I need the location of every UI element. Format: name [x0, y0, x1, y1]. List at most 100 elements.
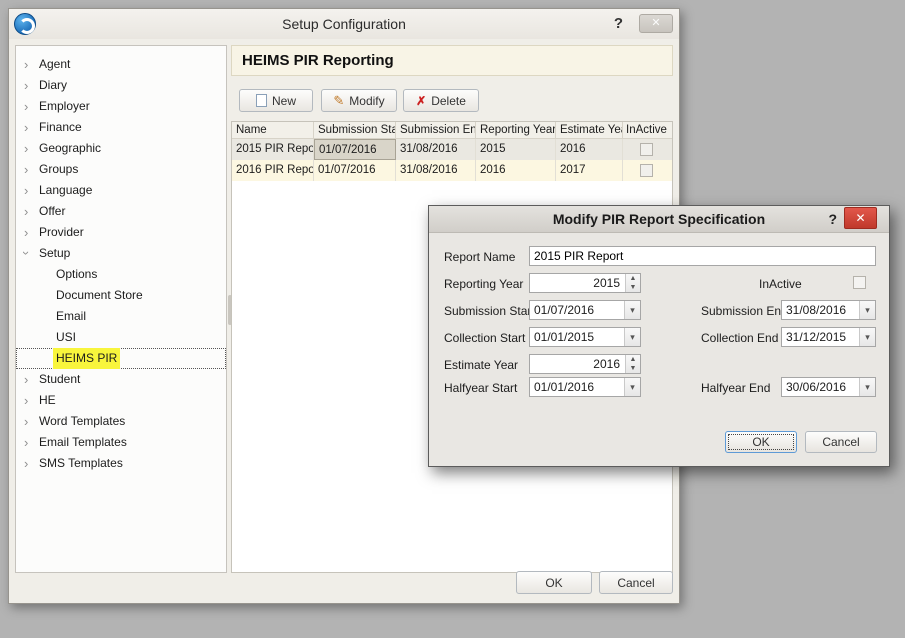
- halfyear-start-value: 01/01/2016: [534, 380, 594, 394]
- report-name-input[interactable]: [529, 246, 876, 266]
- dialog-cancel-button[interactable]: Cancel: [805, 431, 877, 453]
- cell-submission-end[interactable]: 31/08/2016: [396, 139, 476, 160]
- column-header-submission-end[interactable]: Submission End: [396, 122, 476, 138]
- sidebar-item-label: Student: [39, 369, 80, 390]
- cell-submission-start[interactable]: 01/07/2016: [314, 160, 396, 181]
- sidebar-item-document-store[interactable]: Document Store: [16, 285, 226, 306]
- sidebar-item-label: Agent: [39, 54, 70, 75]
- sidebar-item-geographic[interactable]: ›Geographic: [16, 138, 226, 159]
- column-header-submission-start[interactable]: Submission Start: [314, 122, 396, 138]
- sidebar-item-label: Offer: [39, 201, 65, 222]
- cancel-button[interactable]: Cancel: [599, 571, 673, 594]
- chevron-right-icon: ›: [24, 411, 28, 432]
- estimate-year-stepper[interactable]: 2016 ▲▼: [529, 354, 641, 374]
- sidebar-item-label: HEIMS PIR: [53, 348, 120, 369]
- cell-name[interactable]: 2016 PIR Report: [232, 160, 314, 181]
- help-icon[interactable]: ?: [614, 9, 623, 39]
- delete-button-label: Delete: [431, 94, 466, 108]
- sidebar-item-options[interactable]: Options: [16, 264, 226, 285]
- cell-estimate-year[interactable]: 2016: [556, 139, 623, 160]
- chevron-right-icon: ›: [24, 75, 28, 96]
- sidebar-item-label: Options: [56, 264, 97, 285]
- table-row[interactable]: 2016 PIR Report 01/07/2016 31/08/2016 20…: [232, 160, 672, 181]
- spinner-buttons[interactable]: ▲▼: [625, 355, 640, 373]
- cell-submission-start[interactable]: 01/07/2016: [314, 139, 396, 160]
- delete-button[interactable]: ✗ Delete: [403, 89, 479, 112]
- column-header-estimate-year[interactable]: Estimate Year: [556, 122, 623, 138]
- sidebar-item-sms-templates[interactable]: ›SMS Templates: [16, 453, 226, 474]
- sidebar-item-email-templates[interactable]: ›Email Templates: [16, 432, 226, 453]
- chevron-right-icon: ›: [24, 180, 28, 201]
- estimate-year-label: Estimate Year: [444, 356, 518, 374]
- sidebar-item-heims-pir[interactable]: HEIMS PIR: [16, 348, 226, 369]
- sidebar-tree: ›Agent ›Diary ›Employer ›Finance ›Geogra…: [15, 45, 227, 573]
- chevron-right-icon: ›: [24, 159, 28, 180]
- sidebar-item-label: Document Store: [56, 285, 143, 306]
- halfyear-end-dropdown[interactable]: 30/06/2016 ▾: [781, 377, 876, 397]
- cell-inactive: [623, 160, 670, 181]
- sidebar-item-diary[interactable]: › Diary: [16, 75, 226, 96]
- collection-end-value: 31/12/2015: [786, 330, 846, 344]
- submission-start-dropdown[interactable]: 01/07/2016 ▾: [529, 300, 641, 320]
- pencil-icon: ✎: [333, 94, 344, 107]
- dialog-ok-button[interactable]: OK: [725, 431, 797, 453]
- submission-end-dropdown[interactable]: 31/08/2016 ▾: [781, 300, 876, 320]
- chevron-down-icon[interactable]: ▾: [859, 328, 875, 346]
- sidebar-item-agent[interactable]: ›Agent: [16, 54, 226, 75]
- inactive-checkbox[interactable]: [640, 164, 653, 177]
- sidebar-item-student[interactable]: ›Student: [16, 369, 226, 390]
- cell-reporting-year[interactable]: 2016: [476, 160, 556, 181]
- collection-start-dropdown[interactable]: 01/01/2015 ▾: [529, 327, 641, 347]
- column-header-name[interactable]: Name: [232, 122, 314, 138]
- chevron-down-icon[interactable]: ▾: [624, 328, 640, 346]
- halfyear-end-label: Halfyear End: [701, 379, 770, 397]
- spin-up-icon[interactable]: ▲: [626, 274, 640, 283]
- ok-button[interactable]: OK: [516, 571, 592, 594]
- sidebar-item-setup[interactable]: ›Setup: [16, 243, 226, 264]
- modify-button[interactable]: ✎ Modify: [321, 89, 397, 112]
- chevron-down-icon[interactable]: ▾: [859, 301, 875, 319]
- table-row[interactable]: 2015 PIR Report 01/07/2016 31/08/2016 20…: [232, 139, 672, 160]
- dialog-title-bar[interactable]: Modify PIR Report Specification ? ✕: [429, 206, 889, 233]
- close-button[interactable]: ✕: [639, 14, 673, 33]
- column-header-reporting-year[interactable]: Reporting Year: [476, 122, 556, 138]
- spinner-buttons[interactable]: ▲▼: [625, 274, 640, 292]
- sidebar-item-word-templates[interactable]: ›Word Templates: [16, 411, 226, 432]
- chevron-down-icon[interactable]: ▾: [859, 378, 875, 396]
- column-header-inactive[interactable]: InActive: [623, 122, 670, 138]
- sidebar-item-language[interactable]: ›Language: [16, 180, 226, 201]
- collection-start-label: Collection Start: [444, 329, 525, 347]
- chevron-down-icon[interactable]: ▾: [624, 301, 640, 319]
- spin-up-icon[interactable]: ▲: [626, 355, 640, 364]
- sidebar-item-employer[interactable]: ›Employer: [16, 96, 226, 117]
- sidebar-item-provider[interactable]: ›Provider: [16, 222, 226, 243]
- inactive-checkbox[interactable]: [853, 276, 866, 289]
- inactive-checkbox[interactable]: [640, 143, 653, 156]
- sidebar-item-offer[interactable]: ›Offer: [16, 201, 226, 222]
- sidebar-item-finance[interactable]: ›Finance: [16, 117, 226, 138]
- sidebar-item-email[interactable]: Email: [16, 306, 226, 327]
- spin-down-icon[interactable]: ▼: [626, 364, 640, 373]
- collection-end-dropdown[interactable]: 31/12/2015 ▾: [781, 327, 876, 347]
- spin-down-icon[interactable]: ▼: [626, 283, 640, 292]
- cell-estimate-year[interactable]: 2017: [556, 160, 623, 181]
- dialog-close-button[interactable]: ✕: [844, 207, 877, 229]
- chevron-down-icon[interactable]: ▾: [624, 378, 640, 396]
- cell-reporting-year[interactable]: 2015: [476, 139, 556, 160]
- sidebar-item-label: Diary: [39, 75, 67, 96]
- title-bar[interactable]: Setup Configuration ? ✕: [9, 9, 679, 39]
- collection-start-value: 01/01/2015: [534, 330, 594, 344]
- halfyear-start-dropdown[interactable]: 01/01/2016 ▾: [529, 377, 641, 397]
- dialog-help-icon[interactable]: ?: [828, 206, 837, 232]
- sidebar-item-he[interactable]: ›HE: [16, 390, 226, 411]
- cell-name[interactable]: 2015 PIR Report: [232, 139, 314, 160]
- new-button[interactable]: New: [239, 89, 313, 112]
- reporting-year-stepper[interactable]: 2015 ▲▼: [529, 273, 641, 293]
- sidebar-item-usi[interactable]: USI: [16, 327, 226, 348]
- cell-submission-end[interactable]: 31/08/2016: [396, 160, 476, 181]
- submission-start-value: 01/07/2016: [534, 303, 594, 317]
- sidebar-item-label: Geographic: [39, 138, 101, 159]
- sidebar-item-groups[interactable]: ›Groups: [16, 159, 226, 180]
- cell-inactive: [623, 139, 670, 160]
- halfyear-end-value: 30/06/2016: [786, 380, 846, 394]
